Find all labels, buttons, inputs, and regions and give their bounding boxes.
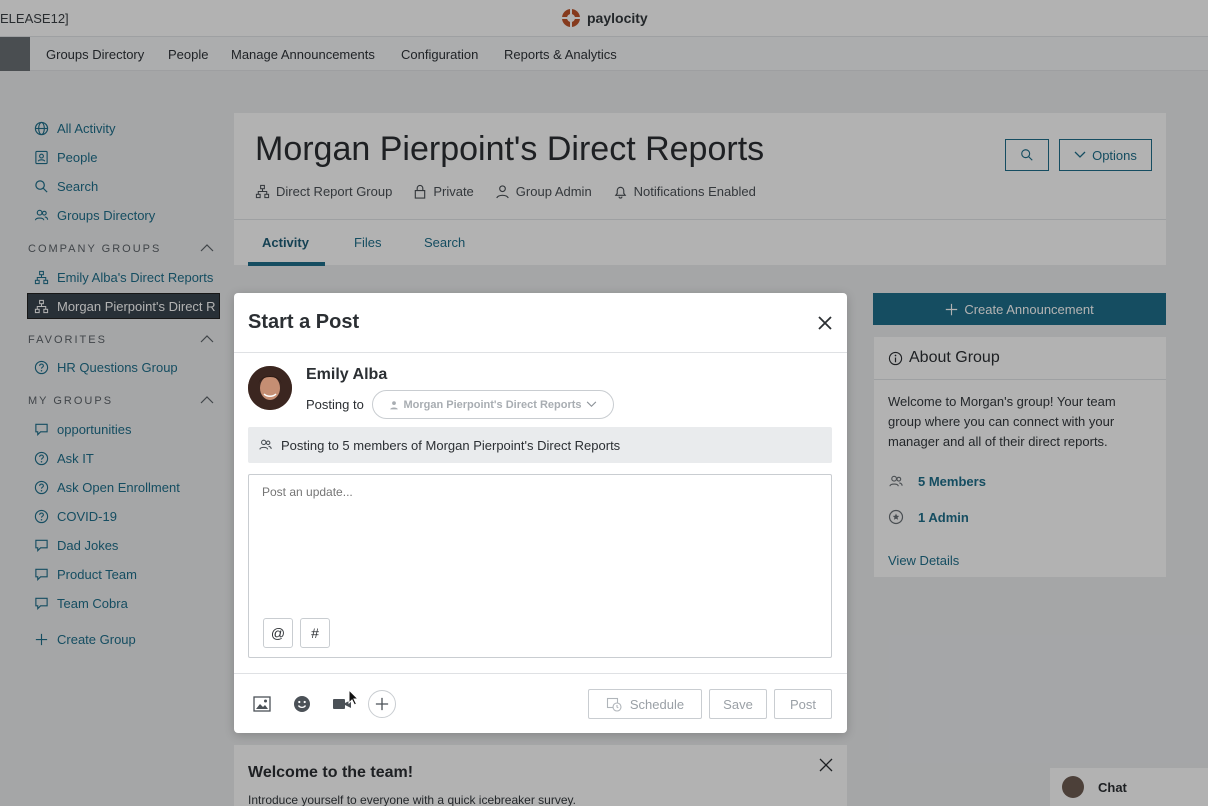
schedule-button[interactable]: Schedule <box>588 689 702 719</box>
hashtag-button[interactable]: # <box>300 618 330 648</box>
avatar <box>248 366 292 410</box>
user-name: Emily Alba <box>306 366 388 383</box>
close-icon[interactable] <box>816 314 834 332</box>
audience-banner: Posting to 5 members of Morgan Pierpoint… <box>248 427 832 463</box>
start-post-modal: Start a Post Emily Alba Posting to Morga… <box>234 293 847 733</box>
user-photo-icon <box>248 366 292 410</box>
save-button[interactable]: Save <box>709 689 767 719</box>
emoji-button[interactable] <box>288 690 316 718</box>
posting-to-select[interactable]: Morgan Pierpoint's Direct Reports <box>372 390 614 419</box>
users-icon <box>390 400 399 409</box>
mention-button[interactable]: @ <box>263 618 293 648</box>
plus-icon <box>375 697 389 711</box>
post-button[interactable]: Post <box>774 689 832 719</box>
calendar-clock-icon <box>606 697 622 712</box>
post-input[interactable] <box>262 485 812 499</box>
chevron-down-icon <box>586 401 596 408</box>
more-attachments-button[interactable] <box>368 690 396 718</box>
emoji-icon <box>294 696 310 712</box>
audience-text: Posting to 5 members of Morgan Pierpoint… <box>281 437 621 453</box>
posting-to-label: Posting to <box>306 397 364 412</box>
posting-to-value: Morgan Pierpoint's Direct Reports <box>403 398 582 411</box>
post-editor[interactable]: @ # <box>248 474 832 658</box>
modal-footer: Schedule Save Post <box>234 673 847 733</box>
users-icon <box>259 439 272 450</box>
mouse-cursor-icon <box>348 689 359 706</box>
modal-title: Start a Post <box>248 311 360 333</box>
image-upload-button[interactable] <box>248 690 276 718</box>
modal-header: Start a Post <box>234 293 847 353</box>
image-icon <box>253 696 271 712</box>
schedule-label: Schedule <box>629 696 685 712</box>
